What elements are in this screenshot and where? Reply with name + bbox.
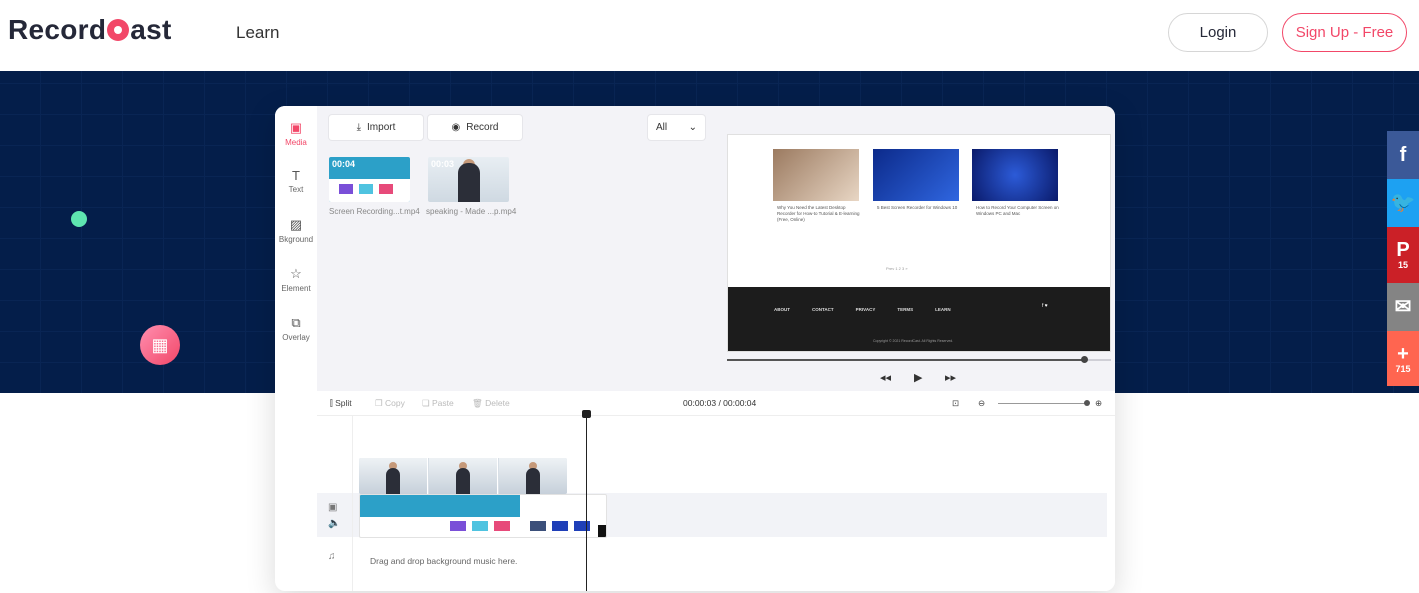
facebook-share-button[interactable]: f [1387, 131, 1419, 179]
decorative-dot [71, 211, 87, 227]
timeline-timecode: 00:00:03 / 00:00:04 [683, 398, 757, 408]
share-count: 715 [1395, 363, 1411, 374]
email-icon: ✉ [1394, 296, 1412, 318]
volume-icon[interactable]: 🔈 [328, 518, 340, 529]
pinterest-share-button[interactable]: P 15 [1387, 227, 1419, 283]
track-gutter: ▣ 🔈 ♫ [317, 416, 353, 591]
film-icon: ▦ [140, 325, 180, 365]
trash-icon: 🗑 [472, 398, 486, 408]
zoom-out-icon[interactable]: ⊖ [978, 398, 985, 409]
media-filter-select[interactable]: All ⌄ [648, 115, 705, 140]
media-thumbnail[interactable]: 00:04 [329, 157, 410, 202]
rail-item-element[interactable]: ☆ Element [275, 266, 317, 293]
rail-item-text[interactable]: T Text [275, 168, 317, 194]
clip-frame [472, 521, 488, 531]
clip-frame [552, 521, 568, 531]
preview-card-caption: Why You Need the Latest Desktop Recorder… [777, 205, 860, 222]
preview-footer-social: f ♥ [1042, 303, 1048, 309]
fast-forward-icon[interactable]: ▸▸ [945, 371, 956, 384]
text-icon: T [292, 168, 300, 183]
record-button[interactable]: ◉ Record [428, 115, 522, 140]
preview-card-image [773, 149, 859, 201]
clip-frame [530, 521, 546, 531]
login-button[interactable]: Login [1168, 13, 1268, 52]
preview-card-caption: 5 Best Screen Recorder for Windows 10 [877, 205, 958, 210]
playhead[interactable] [582, 410, 591, 591]
track-visibility-icon[interactable]: ▣ [328, 502, 337, 513]
social-share-bar: f 🐦 P 15 ✉ +715 [1387, 131, 1419, 386]
pinterest-icon: P [1396, 239, 1410, 261]
zoom-in-icon[interactable]: ⊕ [1095, 398, 1102, 409]
timeline-toolbar: ⫿ Split ❐ Copy ❏ Paste 🗑 Delete 00:00:03… [317, 391, 1115, 416]
signup-button[interactable]: Sign Up - Free [1282, 13, 1407, 52]
plus-icon: + [1397, 342, 1409, 365]
media-pane: ⤓ Import ◉ Record All ⌄ 00:04 Screen Record… [317, 106, 718, 391]
thumbnail-content [329, 179, 410, 202]
split-button[interactable]: ⫿ Split [330, 398, 352, 409]
recordcast-logo[interactable]: Record ast [8, 14, 172, 46]
preview-footer-links: ABOUT CONTACT PRIVACY TERMS LEARN [774, 307, 951, 312]
music-note-icon: ♫ [328, 551, 336, 562]
webcam-icon: ◉ [451, 122, 461, 133]
logo-record-icon [107, 19, 130, 41]
editor-screenshot: ▣ Media T Text ▨ Bkground ☆ Element ⧉ Overlay… [275, 106, 1115, 591]
image-icon: ▨ [289, 217, 303, 232]
preview-pane: Why You Need the Latest Desktop Recorder… [718, 106, 1115, 391]
chevron-down-icon: ⌄ [688, 122, 697, 133]
music-drop-zone[interactable]: Drag and drop background music here. [370, 556, 517, 566]
clip-frame [494, 521, 510, 531]
zoom-slider[interactable] [998, 403, 1086, 404]
rail-item-overlay[interactable]: ⧉ Overlay [275, 315, 317, 342]
copy-icon: ❐ [375, 398, 385, 408]
media-filename: Screen Recording...t.mp4 [329, 207, 420, 216]
paste-icon: ❏ [422, 398, 432, 408]
preview-card-caption: How to Record Your Computer Screen on Wi… [976, 205, 1059, 216]
share-count: 15 [1397, 260, 1408, 270]
star-icon: ☆ [290, 266, 302, 281]
editor-side-rail: ▣ Media T Text ▨ Bkground ☆ Element ⧉ Overlay [275, 106, 317, 391]
timeline: ▣ 🔈 ♫ Drag and drop background music her… [317, 410, 1115, 591]
preview-copyright: Copyright © 2021 RecordCast. All Rights … [873, 339, 954, 343]
twitter-share-button[interactable]: 🐦 [1387, 179, 1419, 227]
facebook-icon: f [1399, 144, 1407, 166]
duration-label: 00:03 [431, 159, 455, 169]
clip-frame [450, 521, 466, 531]
preview-footer: ABOUT CONTACT PRIVACY TERMS LEARN f ♥ Co… [728, 287, 1110, 351]
paste-button[interactable]: ❏ Paste [422, 398, 454, 409]
duration-label: 00:04 [332, 159, 356, 169]
progress-fill [727, 359, 1085, 361]
preview-canvas: Why You Need the Latest Desktop Recorder… [727, 134, 1111, 352]
progress-knob[interactable] [1081, 356, 1089, 363]
clip-end-handle[interactable] [598, 525, 606, 537]
share-more-button[interactable]: +715 [1387, 331, 1419, 386]
twitter-icon: 🐦 [1390, 192, 1416, 214]
clip-frame [360, 495, 520, 517]
nav-learn-link[interactable]: Learn [236, 23, 279, 43]
rail-item-media[interactable]: ▣ Media [275, 120, 317, 147]
import-button[interactable]: ⤓ Import [329, 115, 423, 140]
speaker-video-clip[interactable] [359, 458, 567, 494]
speaker-figure [458, 163, 480, 202]
playhead-handle[interactable] [582, 410, 591, 418]
site-header: Record ast Learn Login Sign Up - Free [0, 0, 1419, 71]
media-thumbnail[interactable]: 00:03 [428, 157, 509, 202]
preview-pager: Prev 1 2 3 » [886, 266, 908, 271]
fit-icon[interactable]: ⊡ [952, 398, 959, 409]
preview-progress-bar[interactable] [727, 356, 1111, 363]
overlay-icon: ⧉ [291, 315, 301, 330]
rail-item-background[interactable]: ▨ Bkground [275, 217, 317, 244]
clip-frame [574, 521, 590, 531]
import-icon: ⤓ [356, 122, 362, 133]
screen-recording-clip[interactable] [359, 494, 607, 538]
rewind-icon[interactable]: ◂◂ [880, 371, 891, 384]
preview-card-image [873, 149, 959, 201]
delete-button[interactable]: 🗑 Delete [472, 398, 510, 409]
copy-button[interactable]: ❐ Copy [375, 398, 405, 409]
email-share-button[interactable]: ✉ [1387, 283, 1419, 331]
zoom-slider-knob[interactable] [1084, 400, 1090, 406]
media-filename: speaking - Made ...p.mp4 [426, 207, 517, 216]
play-icon[interactable]: ▶ [914, 371, 922, 384]
folder-icon: ▣ [289, 120, 303, 135]
preview-card-image [972, 149, 1058, 201]
